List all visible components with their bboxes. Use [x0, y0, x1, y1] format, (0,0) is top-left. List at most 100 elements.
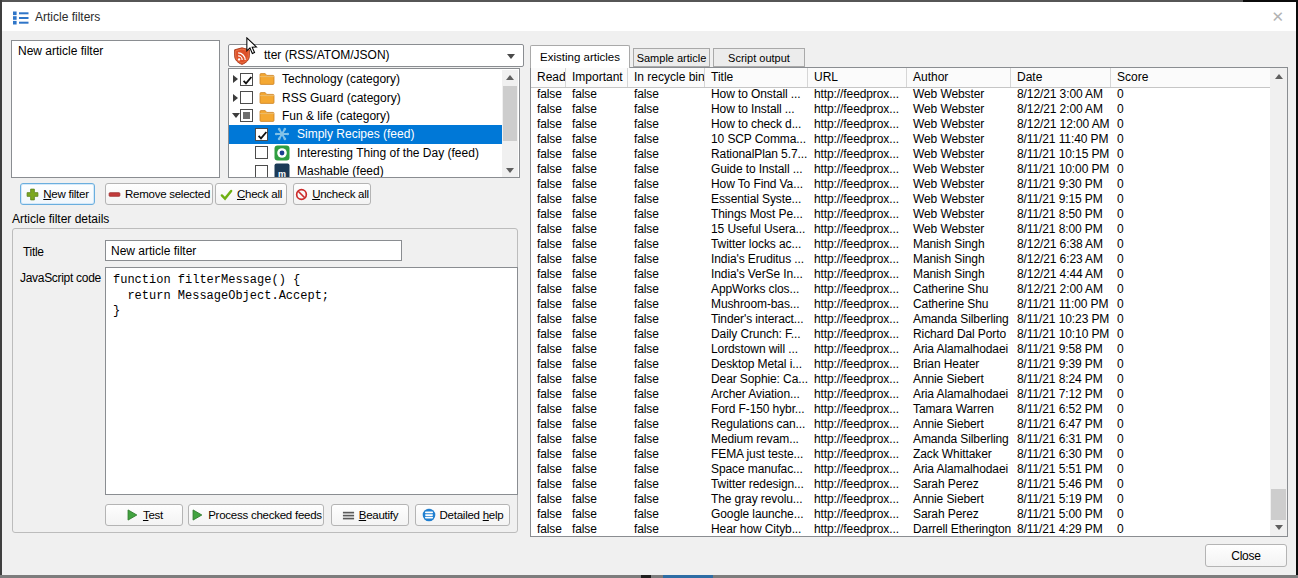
- article-row[interactable]: falsefalsefalse15 Useful Usera...http://…: [531, 222, 1270, 237]
- article-row[interactable]: falsefalsefalseIndia's Eruditus ...http:…: [531, 252, 1270, 267]
- tree-item[interactable]: Technology (category): [229, 70, 502, 88]
- column-header-date[interactable]: Date: [1011, 68, 1111, 87]
- tab-script-output[interactable]: Script output: [713, 48, 805, 67]
- article-row[interactable]: falsefalsefalseFord F-150 hybr...http://…: [531, 402, 1270, 417]
- article-row[interactable]: falsefalsefalseHow to check d...http://f…: [531, 117, 1270, 132]
- column-header-title[interactable]: Title: [705, 68, 808, 87]
- beautify-button[interactable]: Beautify: [331, 504, 409, 526]
- article-row[interactable]: falsefalsefalseHear how Cityb...http://f…: [531, 522, 1270, 536]
- feeds-tree[interactable]: Technology (category)RSS Guard (category…: [228, 68, 520, 178]
- cell-in-recycle-bin: false: [628, 102, 705, 117]
- remove-selected-button[interactable]: Remove selected: [105, 183, 213, 205]
- cell-read: false: [531, 117, 566, 132]
- folder-icon: [259, 90, 275, 106]
- scrollbar-thumb[interactable]: [503, 86, 517, 141]
- article-row[interactable]: falsefalsefalseThings Most Pe...http://f…: [531, 207, 1270, 222]
- account-selector[interactable]: tter (RSS/ATOM/JSON): [228, 44, 524, 67]
- window-close-icon[interactable]: ✕: [1271, 8, 1284, 26]
- checkbox-unchecked[interactable]: [255, 165, 268, 178]
- bullseye-icon: [274, 145, 290, 161]
- article-row[interactable]: falsefalsefalseDesktop Metal i...http://…: [531, 357, 1270, 372]
- article-row[interactable]: falsefalsefalseMushroom-bas...http://fee…: [531, 297, 1270, 312]
- check-all-button[interactable]: Check all: [215, 183, 287, 205]
- scroll-up-icon[interactable]: [1270, 69, 1287, 84]
- article-row[interactable]: falsefalsefalseAppWorks clos...http://fe…: [531, 282, 1270, 297]
- collapse-icon[interactable]: [231, 113, 240, 118]
- checkbox-unchecked[interactable]: [255, 146, 268, 159]
- column-header-score[interactable]: Score: [1111, 68, 1272, 87]
- new-filter-button[interactable]: New filter: [20, 183, 95, 205]
- checkbox-partial[interactable]: [240, 109, 253, 122]
- article-row[interactable]: falsefalsefalseTwitter locks ac...http:/…: [531, 237, 1270, 252]
- column-header-author[interactable]: Author: [907, 68, 1011, 87]
- tab-existing-articles[interactable]: Existing articles: [530, 45, 630, 68]
- article-row[interactable]: falsefalsefalseSpace manufac...http://fe…: [531, 462, 1270, 477]
- article-row[interactable]: falsefalsefalseMedium revam...http://fee…: [531, 432, 1270, 447]
- article-row[interactable]: falsefalsefalseIndia's VerSe In...http:/…: [531, 267, 1270, 282]
- process-checked-feeds-button[interactable]: Process checked feeds: [188, 504, 324, 526]
- title-input[interactable]: New article filter: [105, 240, 402, 261]
- uncheck-all-button[interactable]: Uncheck all: [293, 183, 371, 205]
- column-header-in-recycle-bin[interactable]: In recycle bin: [628, 68, 705, 87]
- tab-sample-article[interactable]: Sample article: [633, 48, 710, 67]
- column-header-read[interactable]: Read: [531, 68, 566, 87]
- cell-score: 0: [1111, 327, 1270, 342]
- cell-url: http://feedprox...: [808, 522, 907, 536]
- article-row[interactable]: falsefalsefalseFEMA just teste...http://…: [531, 447, 1270, 462]
- expand-icon[interactable]: [231, 94, 240, 102]
- article-row[interactable]: falsefalsefalseArcher Aviation...http://…: [531, 387, 1270, 402]
- article-row[interactable]: falsefalsefalseTinder's interact...http:…: [531, 312, 1270, 327]
- cell-author: Web Webster: [907, 207, 1011, 222]
- column-header-important[interactable]: Important: [566, 68, 628, 87]
- cell-date: 8/11/21 5:46 PM: [1011, 477, 1111, 492]
- close-button[interactable]: Close: [1205, 544, 1287, 567]
- cell-url: http://feedprox...: [808, 462, 907, 477]
- scrollbar-thumb[interactable]: [1271, 489, 1286, 520]
- tree-item[interactable]: Simply Recipes (feed): [229, 125, 502, 143]
- scroll-down-icon[interactable]: [1270, 520, 1287, 535]
- titlebar[interactable]: Article filters ✕: [2, 2, 1296, 31]
- filter-list-item[interactable]: New article filter: [12, 41, 219, 61]
- article-row[interactable]: falsefalsefalseLordstown will ...http://…: [531, 342, 1270, 357]
- article-row[interactable]: falsefalsefalseGuide to Install ...http:…: [531, 162, 1270, 177]
- article-row[interactable]: falsefalsefalseEssential Syste...http://…: [531, 192, 1270, 207]
- article-row[interactable]: falsefalsefalseDear Sophie: Ca...http://…: [531, 372, 1270, 387]
- article-row[interactable]: falsefalsefalseRegulations can...http://…: [531, 417, 1270, 432]
- cell-in-recycle-bin: false: [628, 357, 705, 372]
- cell-title: Space manufac...: [705, 462, 808, 477]
- detailed-help-button[interactable]: Detailed help: [415, 504, 510, 526]
- scroll-up-icon[interactable]: [502, 70, 518, 85]
- folder-icon: [259, 108, 275, 124]
- article-row[interactable]: falsefalsefalse10 SCP Comma...http://fee…: [531, 132, 1270, 147]
- column-header-url[interactable]: URL: [808, 68, 907, 87]
- article-row[interactable]: falsefalsefalseHow To Find Va...http://f…: [531, 177, 1270, 192]
- articles-table-scrollbar[interactable]: [1270, 68, 1287, 536]
- javascript-code-editor[interactable]: function filterMessage() { return Messag…: [105, 267, 518, 495]
- tree-item[interactable]: RSS Guard (category): [229, 88, 502, 106]
- expand-icon[interactable]: [231, 75, 240, 83]
- article-row[interactable]: falsefalsefalseThe gray revolu...http://…: [531, 492, 1270, 507]
- article-row[interactable]: falsefalsefalseTwitter redesign...http:/…: [531, 477, 1270, 492]
- article-row[interactable]: falsefalsefalseDaily Crunch: F...http://…: [531, 327, 1270, 342]
- tree-item[interactable]: Interesting Thing of the Day (feed): [229, 144, 502, 162]
- svg-text:m: m: [278, 169, 286, 178]
- article-row[interactable]: falsefalsefalseHow to Onstall ...http://…: [531, 87, 1270, 102]
- article-row[interactable]: falsefalsefalseHow to Install ...http://…: [531, 102, 1270, 117]
- checkbox-unchecked[interactable]: [240, 91, 253, 104]
- help-icon: [422, 508, 436, 522]
- lines-icon: [342, 509, 355, 522]
- scroll-down-icon[interactable]: [502, 163, 518, 178]
- feeds-tree-scrollbar[interactable]: [502, 70, 518, 178]
- tree-item[interactable]: Fun & life (category): [229, 107, 502, 125]
- article-row[interactable]: falsefalsefalseRationalPlan 5.7...http:/…: [531, 147, 1270, 162]
- existing-articles-table: ReadImportantIn recycle binTitleURLAutho…: [530, 67, 1288, 537]
- checkbox-checked[interactable]: [240, 73, 253, 86]
- filters-list[interactable]: New article filter: [11, 40, 220, 178]
- cell-author: Sarah Perez: [907, 507, 1011, 522]
- checkbox-checked[interactable]: [255, 128, 268, 141]
- cell-important: false: [566, 312, 628, 327]
- tree-item[interactable]: mMashable (feed): [229, 162, 502, 178]
- article-row[interactable]: falsefalsefalseGoogle launche...http://f…: [531, 507, 1270, 522]
- test-button[interactable]: Test: [105, 504, 183, 526]
- cell-important: false: [566, 282, 628, 297]
